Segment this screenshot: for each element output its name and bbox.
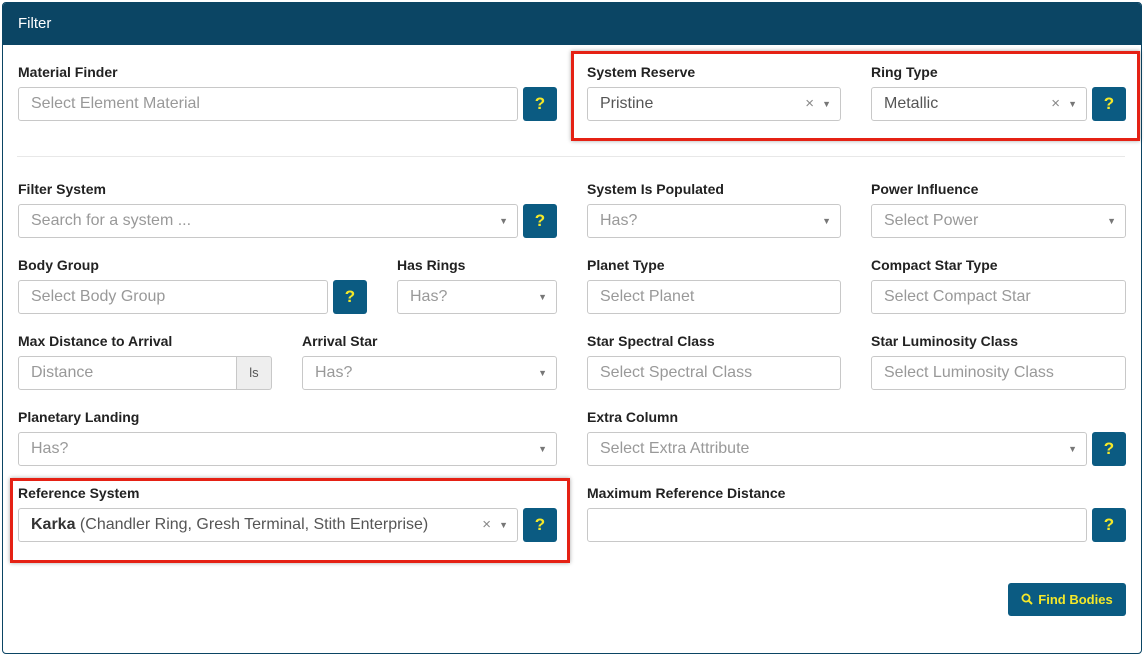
- find-bodies-label: Find Bodies: [1038, 592, 1113, 607]
- chevron-down-icon: ▼: [822, 216, 831, 226]
- filter-system-help-button[interactable]: ?: [523, 204, 557, 238]
- max-reference-distance-input[interactable]: [587, 508, 1087, 542]
- system-is-populated-select[interactable]: Has? ▼: [587, 204, 841, 238]
- has-rings-select[interactable]: Has? ▼: [397, 280, 557, 314]
- find-bodies-button[interactable]: Find Bodies: [1008, 583, 1126, 616]
- power-influence-label: Power Influence: [871, 181, 979, 197]
- power-influence-placeholder: Select Power: [884, 212, 979, 229]
- arrival-star-placeholder: Has?: [315, 364, 353, 381]
- material-finder-label: Material Finder: [18, 64, 118, 80]
- planet-type-input[interactable]: Select Planet: [587, 280, 841, 314]
- filter-system-label: Filter System: [18, 181, 106, 197]
- material-finder-input[interactable]: Select Element Material: [18, 87, 518, 121]
- max-distance-label: Max Distance to Arrival: [18, 333, 173, 349]
- system-is-populated-label: System Is Populated: [587, 181, 724, 197]
- chevron-down-icon: ▼: [1107, 216, 1116, 226]
- star-spectral-class-placeholder: Select Spectral Class: [600, 364, 753, 381]
- filter-system-placeholder: Search for a system ...: [31, 212, 192, 229]
- body-group-label: Body Group: [18, 257, 99, 273]
- star-luminosity-class-label: Star Luminosity Class: [871, 333, 1019, 349]
- arrival-star-label: Arrival Star: [302, 333, 378, 349]
- max-distance-placeholder: Distance: [31, 364, 94, 381]
- extra-column-label: Extra Column: [587, 409, 679, 425]
- star-spectral-class-input[interactable]: Select Spectral Class: [587, 356, 841, 390]
- material-finder-placeholder: Select Element Material: [31, 95, 200, 112]
- chevron-down-icon: ▼: [538, 368, 547, 378]
- body-group-placeholder: Select Body Group: [31, 288, 166, 305]
- highlight-box-reference-system: [10, 478, 570, 563]
- has-rings-placeholder: Has?: [410, 288, 448, 305]
- divider: [17, 156, 1125, 157]
- chevron-down-icon: ▼: [499, 216, 508, 226]
- body-group-input[interactable]: Select Body Group: [18, 280, 328, 314]
- filter-system-select[interactable]: Search for a system ... ▼: [18, 204, 518, 238]
- max-reference-distance-help-button[interactable]: ?: [1092, 508, 1126, 542]
- material-finder-help-button[interactable]: ?: [523, 87, 557, 121]
- star-spectral-class-label: Star Spectral Class: [587, 333, 715, 349]
- chevron-down-icon: ▼: [538, 292, 547, 302]
- chevron-down-icon: ▼: [538, 444, 547, 454]
- body-group-help-button[interactable]: ?: [333, 280, 367, 314]
- chevron-down-icon: ▼: [1068, 444, 1077, 454]
- compact-star-type-label: Compact Star Type: [871, 257, 998, 273]
- compact-star-type-input[interactable]: Select Compact Star: [871, 280, 1126, 314]
- compact-star-type-placeholder: Select Compact Star: [884, 288, 1031, 305]
- star-luminosity-class-placeholder: Select Luminosity Class: [884, 364, 1054, 381]
- extra-column-select[interactable]: Select Extra Attribute ▼: [587, 432, 1087, 466]
- extra-column-placeholder: Select Extra Attribute: [600, 440, 750, 457]
- planet-type-label: Planet Type: [587, 257, 665, 273]
- has-rings-label: Has Rings: [397, 257, 466, 273]
- planet-type-placeholder: Select Planet: [600, 288, 695, 305]
- search-icon: [1021, 583, 1034, 616]
- arrival-star-select[interactable]: Has? ▼: [302, 356, 557, 390]
- extra-column-help-button[interactable]: ?: [1092, 432, 1126, 466]
- highlight-box-reserve-ring: [571, 51, 1140, 141]
- planetary-landing-select[interactable]: Has? ▼: [18, 432, 557, 466]
- system-is-populated-placeholder: Has?: [600, 212, 638, 229]
- planetary-landing-label: Planetary Landing: [18, 409, 140, 425]
- star-luminosity-class-input[interactable]: Select Luminosity Class: [871, 356, 1126, 390]
- distance-unit-addon: ls: [237, 356, 272, 390]
- max-reference-distance-label: Maximum Reference Distance: [587, 485, 786, 501]
- panel-title: Filter: [3, 3, 1141, 45]
- power-influence-select[interactable]: Select Power ▼: [871, 204, 1126, 238]
- max-distance-input[interactable]: Distance: [18, 356, 237, 390]
- planetary-landing-placeholder: Has?: [31, 440, 69, 457]
